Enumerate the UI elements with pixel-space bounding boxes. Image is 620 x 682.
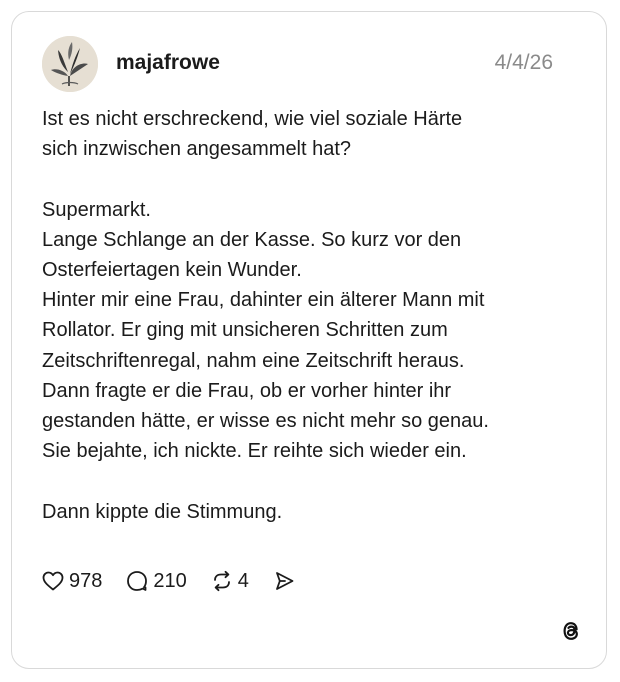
share-button[interactable] [271, 568, 297, 594]
leaf-plant-avatar-icon [42, 36, 98, 92]
like-button[interactable]: 978 [40, 568, 102, 594]
post-paragraph: Supermarkt. Lange Schlange an der Kasse.… [42, 198, 489, 463]
repost-arrows-icon [209, 568, 235, 594]
username[interactable]: majafrowe [116, 49, 220, 77]
paragraph-spacer [42, 164, 582, 194]
post-body: Ist es nicht erschreckend, wie viel sozi… [42, 104, 582, 527]
reply-count: 210 [153, 569, 187, 592]
paragraph-spacer [42, 466, 582, 496]
send-icon [271, 568, 297, 594]
post-card: majafrowe 4/4/26 Ist es nicht erschrecke… [11, 11, 607, 669]
threads-logo-icon[interactable] [558, 618, 584, 644]
reply-button[interactable]: 210 [124, 568, 187, 594]
post-actions: 978 210 4 [40, 567, 297, 595]
like-count: 978 [69, 569, 103, 592]
post-date: 4/4/26 [494, 51, 553, 74]
avatar[interactable] [42, 36, 98, 92]
repost-count: 4 [237, 569, 249, 592]
post-paragraph: Dann kippte die Stimmung. [42, 500, 283, 523]
heart-icon [40, 568, 66, 594]
post-paragraph: Ist es nicht erschreckend, wie viel sozi… [42, 108, 463, 161]
repost-button[interactable]: 4 [209, 568, 249, 594]
speech-bubble-icon [124, 568, 150, 594]
